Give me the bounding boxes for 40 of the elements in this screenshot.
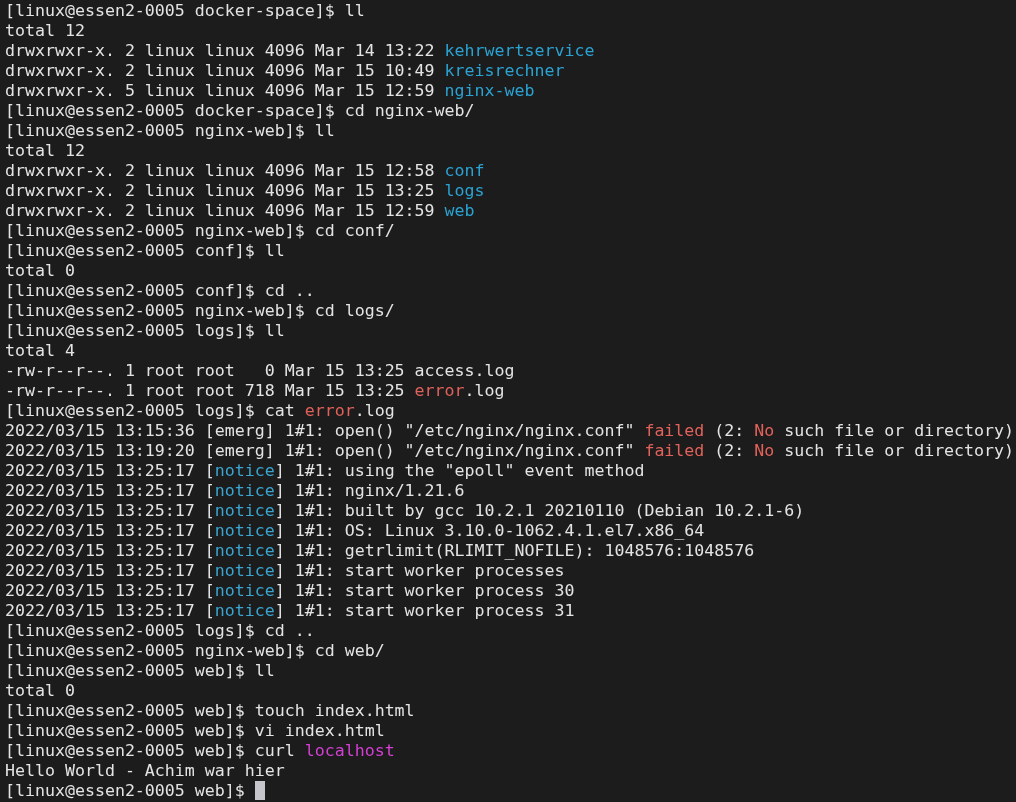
terminal-line: 2022/03/15 13:25:17 [notice] 1#1: getrlimit(RLIMIT_NOFILE): 1048576:1048576 [5, 541, 755, 561]
terminal-line: [linux@essen2-0005 logs]$ cd .. [5, 621, 315, 641]
terminal-line: total 0 [5, 261, 75, 281]
terminal-line: 2022/03/15 13:25:17 [notice] 1#1: OS: Linux 3.10.0-1062.4.1.el7.x86_64 [5, 521, 705, 541]
terminal-line: [linux@essen2-0005 nginx-web]$ ll [5, 121, 335, 141]
terminal-line: drwxrwxr-x. 2 linux linux 4096 Mar 15 10:49 kreisrechner [5, 61, 565, 81]
terminal-line: total 0 [5, 681, 75, 701]
terminal-line: [linux@essen2-0005 nginx-web]$ cd logs/ [5, 301, 395, 321]
terminal-line: total 4 [5, 341, 75, 361]
terminal-line: 2022/03/15 13:25:17 [notice] 1#1: start worker process 31 [5, 601, 575, 621]
terminal-line: Hello World - Achim war hier [5, 761, 285, 781]
terminal-line: total 12 [5, 141, 85, 161]
terminal-line: -rw-r--r--. 1 root root 718 Mar 15 13:25 error.log [5, 381, 505, 401]
terminal-line: 2022/03/15 13:25:17 [notice] 1#1: start worker process 30 [5, 581, 575, 601]
terminal-line: 2022/03/15 13:25:17 [notice] 1#1: nginx/1.21.6 [5, 481, 465, 501]
terminal-line: 2022/03/15 13:25:17 [notice] 1#1: start worker processes [5, 561, 565, 581]
terminal-line: drwxrwxr-x. 5 linux linux 4096 Mar 15 12:59 nginx-web [5, 81, 535, 101]
terminal-line: drwxrwxr-x. 2 linux linux 4096 Mar 15 13:25 logs [5, 181, 485, 201]
terminal-line: 2022/03/15 13:15:36 [emerg] 1#1: open() "/etc/nginx/nginx.conf" failed (2: No such file or directory) [5, 421, 1015, 441]
terminal-line: [linux@essen2-0005 logs]$ ll [5, 321, 285, 341]
terminal-line: [linux@essen2-0005 nginx-web]$ cd web/ [5, 641, 385, 661]
terminal-line: 2022/03/15 13:19:20 [emerg] 1#1: open() "/etc/nginx/nginx.conf" failed (2: No such file or directory) [5, 441, 1015, 461]
terminal-line: [linux@essen2-0005 web]$ ll [5, 661, 275, 681]
terminal-line: -rw-r--r--. 1 root root 0 Mar 15 13:25 access.log [5, 361, 515, 381]
terminal-line: [linux@essen2-0005 web]$ touch index.html [5, 701, 415, 721]
terminal-line: [linux@essen2-0005 docker-space]$ cd nginx-web/ [5, 101, 475, 121]
terminal-line: [linux@essen2-0005 web]$ [5, 781, 246, 801]
terminal-line: [linux@essen2-0005 conf]$ cd .. [5, 281, 315, 301]
terminal-line: [linux@essen2-0005 docker-space]$ ll [5, 1, 365, 21]
terminal-line: [linux@essen2-0005 nginx-web]$ cd conf/ [5, 221, 395, 241]
terminal-line: drwxrwxr-x. 2 linux linux 4096 Mar 15 12:59 web [5, 201, 475, 221]
terminal-line: total 12 [5, 21, 85, 41]
terminal-line: drwxrwxr-x. 2 linux linux 4096 Mar 14 13:22 kehrwertservice [5, 41, 595, 61]
terminal-line: 2022/03/15 13:25:17 [notice] 1#1: using the "epoll" event method [5, 461, 645, 481]
terminal-line: [linux@essen2-0005 logs]$ cat error.log [5, 401, 395, 421]
terminal-line: [linux@essen2-0005 web]$ curl localhost [5, 741, 395, 761]
terminal-line: 2022/03/15 13:25:17 [notice] 1#1: built by gcc 10.2.1 20210110 (Debian 10.2.1-6) [5, 501, 805, 521]
terminal-line: drwxrwxr-x. 2 linux linux 4096 Mar 15 12:58 conf [5, 161, 485, 181]
terminal-line: [linux@essen2-0005 conf]$ ll [5, 241, 285, 261]
terminal-line: [linux@essen2-0005 web]$ vi index.html [5, 721, 385, 741]
